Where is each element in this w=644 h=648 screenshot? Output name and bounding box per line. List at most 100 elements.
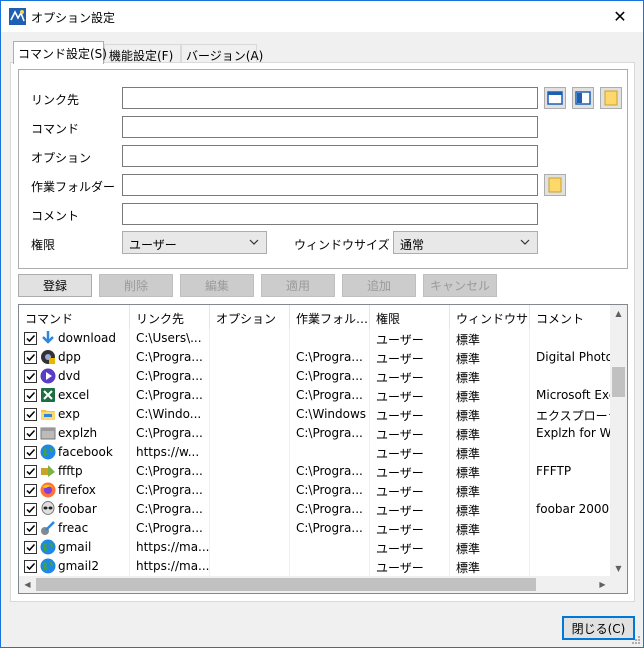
option-input[interactable] [122, 145, 538, 167]
list-item[interactable]: gmail2 https://ma... ユーザー 標準 [19, 557, 611, 576]
select-window-button[interactable] [544, 87, 566, 109]
add-button[interactable]: 追加 [342, 274, 416, 297]
command-name: download [58, 331, 117, 345]
select-app-button[interactable] [572, 87, 594, 109]
browse-link-button[interactable] [600, 87, 622, 109]
list-item[interactable]: download C:\Users\... ユーザー 標準 [19, 329, 611, 348]
list-item[interactable]: firefox C:\Progra... C:\Progra... ユーザー 標準 [19, 481, 611, 500]
row-checkbox[interactable] [24, 370, 37, 383]
register-button[interactable]: 登録 [18, 274, 92, 297]
resize-grip-icon[interactable] [631, 635, 641, 645]
row-checkbox[interactable] [24, 427, 37, 440]
column-header-comment[interactable]: コメント [530, 305, 611, 329]
cell-permission: ユーザー [370, 519, 450, 538]
list-item[interactable]: exp C:\Windo... C:\Windowsユーザー標準エクスプローラ [19, 405, 611, 424]
vertical-scroll-thumb[interactable] [612, 367, 625, 397]
cell-command: facebook [19, 443, 130, 462]
tab-command-settings[interactable]: コマンド設定(S) [13, 41, 107, 64]
scroll-right-icon[interactable]: ▶ [594, 576, 611, 593]
horizontal-scroll-thumb[interactable] [36, 578, 536, 591]
cell-link: C:\Progra... [130, 424, 210, 443]
app-icon [9, 8, 26, 25]
cell-command: freac [19, 519, 130, 538]
options-dialog: オプション設定 ✕ コマンド設定(S) 機能設定(F) バージョン(A) リンク… [0, 0, 644, 648]
cell-option [210, 519, 290, 538]
list-item[interactable]: ffftp C:\Progra... C:\Progra... ユーザー 標準 FFFTP [19, 462, 611, 481]
cell-workdir: C:\Progra... [290, 462, 370, 481]
row-checkbox[interactable] [24, 503, 37, 516]
comment-input[interactable] [122, 203, 538, 225]
cell-permission: ユーザー [370, 462, 450, 481]
delete-button[interactable]: 削除 [99, 274, 173, 297]
list-item[interactable]: excel C:\Progra... C:\Progra... ユーザー 標準 Micro… [19, 386, 611, 405]
workdir-input[interactable] [122, 174, 538, 196]
list-item[interactable]: foobar C:\Progra... C:\Progra... ユーザー 標準 foob… [19, 500, 611, 519]
cancel-button[interactable]: キャンセル [423, 274, 497, 297]
list-item[interactable]: freac C:\Progra... C:\Progra... ユーザー 標準 [19, 519, 611, 538]
link-input[interactable] [122, 87, 538, 109]
row-checkbox[interactable] [24, 446, 37, 459]
cell-permission: ユーザー [370, 367, 450, 386]
command-name: dpp [58, 350, 81, 364]
cell-window-size: 標準 [450, 424, 530, 443]
column-header-workdir[interactable]: 作業フォル… [290, 305, 370, 329]
link-label: リンク先 [31, 93, 80, 107]
row-checkbox[interactable] [24, 541, 37, 554]
permission-select[interactable]: ユーザー [122, 231, 267, 254]
command-name: gmail2 [58, 559, 99, 573]
cell-window-size: 標準 [450, 367, 530, 386]
cell-comment [530, 519, 611, 538]
vertical-scrollbar[interactable]: ▲ ▼ [610, 305, 627, 577]
cell-command: excel [19, 386, 130, 405]
list-item[interactable]: explzh C:\Progra... C:\Progra... ユーザー 標準 Expl… [19, 424, 611, 443]
list-item[interactable]: dpp C:\Progra... C:\Progra... ユーザー 標準 Digital… [19, 348, 611, 367]
column-header-option[interactable]: オプション [210, 305, 290, 329]
cell-option [210, 367, 290, 386]
browse-workdir-button[interactable] [544, 174, 566, 196]
window-close-button[interactable]: ✕ [597, 1, 643, 32]
cell-window-size: 標準 [450, 519, 530, 538]
horizontal-scrollbar[interactable]: ◀ ▶ [19, 576, 611, 593]
list-item[interactable]: facebook https://w... ユーザー 標準 [19, 443, 611, 462]
cell-permission: ユーザー [370, 557, 450, 576]
scrollbar-corner [610, 576, 627, 593]
cell-permission: ユーザー [370, 443, 450, 462]
command-input[interactable] [122, 116, 538, 138]
apply-button[interactable]: 適用 [261, 274, 335, 297]
cell-workdir: C:\Progra... [290, 519, 370, 538]
tab-feature-settings[interactable]: 機能設定(F) [104, 44, 181, 63]
column-header-permission[interactable]: 権限 [370, 305, 450, 329]
cell-option [210, 500, 290, 519]
row-checkbox[interactable] [24, 332, 37, 345]
scroll-down-icon[interactable]: ▼ [610, 560, 627, 577]
scroll-up-icon[interactable]: ▲ [610, 305, 627, 322]
freac-icon [40, 520, 56, 536]
command-list[interactable]: コマンド リンク先 オプション 作業フォル… 権限 ウィンドウサ… コメント d… [18, 304, 628, 594]
edit-button[interactable]: 編集 [180, 274, 254, 297]
close-button[interactable]: 閉じる(C) [562, 616, 635, 640]
option-label: オプション [31, 151, 92, 165]
window-size-label: ウィンドウサイズ [294, 238, 390, 252]
permission-value: ユーザー [129, 238, 177, 252]
cell-command: dvd [19, 367, 130, 386]
row-checkbox[interactable] [24, 484, 37, 497]
archive-icon [40, 425, 56, 441]
cell-workdir [290, 557, 370, 576]
row-checkbox[interactable] [24, 408, 37, 421]
list-item[interactable]: dvd C:\Progra... C:\Progra... ユーザー 標準 [19, 367, 611, 386]
row-checkbox[interactable] [24, 522, 37, 535]
list-item[interactable]: gmail https://ma... ユーザー 標準 [19, 538, 611, 557]
row-checkbox[interactable] [24, 351, 37, 364]
row-checkbox[interactable] [24, 560, 37, 573]
row-checkbox[interactable] [24, 465, 37, 478]
tab-version[interactable]: バージョン(A) [181, 44, 263, 63]
scroll-left-icon[interactable]: ◀ [19, 576, 36, 593]
row-checkbox[interactable] [24, 389, 37, 402]
window-size-select[interactable]: 通常 [393, 231, 538, 254]
command-name: explzh [58, 426, 98, 440]
command-name: gmail [58, 540, 92, 554]
column-header-window-size[interactable]: ウィンドウサ… [450, 305, 530, 329]
column-header-link[interactable]: リンク先 [130, 305, 210, 329]
excel-icon [40, 387, 56, 403]
column-header-command[interactable]: コマンド [19, 305, 130, 329]
